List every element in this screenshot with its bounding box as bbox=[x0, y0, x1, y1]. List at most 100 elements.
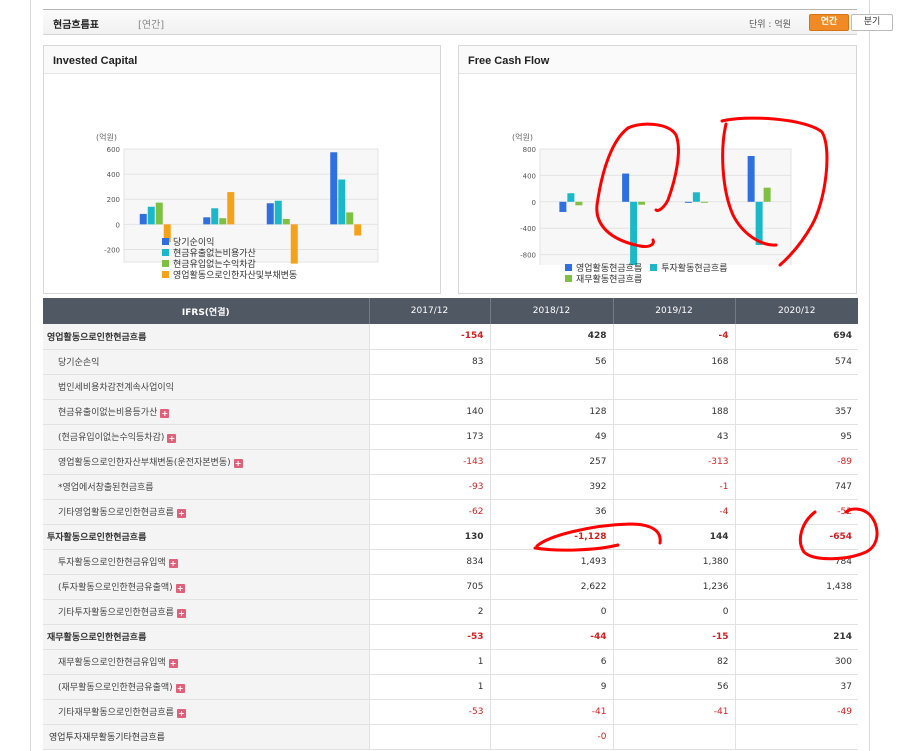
bar-2-0[interactable] bbox=[266, 203, 274, 225]
table-row[interactable]: (투자활동으로인한현금유출액) +705 2,622 1,236 1,438 bbox=[43, 574, 858, 600]
value-cell: 392 bbox=[489, 474, 613, 500]
expand-plus-icon[interactable]: + bbox=[167, 434, 177, 443]
bar-1-0[interactable] bbox=[203, 217, 211, 225]
value-cell: 9 bbox=[489, 674, 613, 700]
legend-swatch bbox=[650, 264, 658, 271]
bar-3-3[interactable] bbox=[354, 224, 362, 236]
table-row[interactable]: 기타재무활동으로인한현금흐름 + -53 -41 -41 -49 bbox=[43, 699, 858, 725]
bar-0-0[interactable] bbox=[559, 201, 567, 212]
bar-1-2[interactable] bbox=[638, 201, 646, 205]
expand-plus-icon[interactable]: + bbox=[175, 684, 185, 693]
table-row[interactable]: 투자활동으로인한현금유입액 +834 1,493 1,380 784 bbox=[43, 549, 858, 575]
unit-label: (억원) bbox=[96, 132, 117, 142]
bar-1-1[interactable] bbox=[630, 201, 638, 265]
legend-item[interactable]: 재무활동현금흐름 bbox=[565, 273, 642, 285]
bar-1-2[interactable] bbox=[219, 218, 227, 225]
row-label-text: (재무활동으로인한현금유출액) bbox=[58, 683, 173, 693]
row-label: 기타투자활동으로인한현금흐름 + bbox=[43, 599, 369, 625]
header-cell: IFRS(연결) bbox=[43, 298, 369, 324]
legend-swatch bbox=[162, 260, 169, 267]
legend-label: 영업활동으로인한자산및부채변동 bbox=[173, 271, 298, 281]
legend-item[interactable]: 영업활동으로인한자산및부채변동 bbox=[162, 269, 298, 281]
y-tick-label: 200 bbox=[107, 196, 120, 204]
value-cell: 214 bbox=[734, 624, 858, 650]
header-cell: 2019/12 bbox=[612, 298, 735, 324]
value-cell: -4 bbox=[612, 499, 735, 525]
expand-plus-icon[interactable]: + bbox=[176, 509, 186, 518]
section-title: 현금흐름표 bbox=[53, 20, 99, 31]
free-cash-flow-chart-panel: Free Cash Flow (억원)8004000-400-800-1,200… bbox=[458, 45, 857, 294]
table-row[interactable]: 재무활동으로인한현금유입액 +1 6 82 300 bbox=[43, 649, 858, 675]
table-row[interactable]: 영업활동으로인한자산부채변동(운전자본변동) + -143 257 -313 -89 bbox=[43, 449, 858, 475]
row-label-text: 기타재무활동으로인한현금흐름 bbox=[58, 708, 174, 718]
row-label-text: 당기순손익 bbox=[58, 358, 100, 368]
y-tick-label: 400 bbox=[523, 172, 536, 180]
table-row[interactable]: 현금유출이없는비용등가산 +140 128 188 357 bbox=[43, 399, 858, 425]
row-label-text: 기타영업활동으로인한현금흐름 bbox=[58, 508, 174, 518]
annual-tab-button[interactable]: 연간 bbox=[809, 14, 849, 31]
table-row[interactable]: 기타투자활동으로인한현금흐름 +2 0 0 bbox=[43, 599, 858, 625]
quarter-tab-button[interactable]: 분기 bbox=[851, 14, 893, 31]
bar-2-0[interactable] bbox=[684, 201, 692, 203]
bar-2-1[interactable] bbox=[274, 200, 282, 225]
value-cell: -53 bbox=[368, 624, 490, 650]
legend-swatch bbox=[162, 271, 169, 278]
bar-3-0[interactable] bbox=[747, 155, 755, 202]
bar-3-1[interactable] bbox=[755, 201, 763, 245]
bar-3-1[interactable] bbox=[338, 179, 346, 225]
bar-0-2[interactable] bbox=[575, 201, 583, 206]
invested-capital-chart-panel: Invested Capital (억원)6004002000-2002017/… bbox=[43, 45, 441, 294]
value-cell: -41 bbox=[612, 699, 735, 725]
table-row[interactable]: (재무활동으로인한현금유출액) +1 9 56 37 bbox=[43, 674, 858, 700]
row-label: 투자활동으로인한현금흐름 bbox=[43, 524, 369, 550]
bar-3-0[interactable] bbox=[330, 152, 338, 225]
y-tick-label: 800 bbox=[523, 146, 536, 154]
table-row[interactable]: (현금유입이없는수익등차감) +173 49 43 95 bbox=[43, 424, 858, 450]
row-label: 재무활동으로인한현금유입액 + bbox=[43, 649, 369, 675]
row-label: 법인세비용차감전계속사업이익 bbox=[43, 374, 369, 400]
value-cell bbox=[489, 374, 613, 400]
expand-plus-icon[interactable]: + bbox=[168, 659, 178, 668]
expand-plus-icon[interactable]: + bbox=[160, 409, 170, 418]
bar-3-2[interactable] bbox=[763, 187, 771, 202]
expand-plus-icon[interactable]: + bbox=[233, 459, 243, 468]
table-row: 투자활동으로인한현금흐름 130 -1,128 144 -654 bbox=[43, 524, 858, 550]
expand-plus-icon[interactable]: + bbox=[176, 609, 186, 618]
row-label-text: 투자활동으로인한현금유입액 bbox=[58, 558, 166, 568]
value-cell: 130 bbox=[368, 524, 490, 550]
expand-plus-icon[interactable]: + bbox=[175, 584, 185, 593]
value-cell: 1,380 bbox=[612, 549, 735, 575]
bar-1-1[interactable] bbox=[211, 208, 219, 225]
value-cell: 428 bbox=[489, 324, 613, 350]
bar-1-3[interactable] bbox=[227, 192, 235, 225]
row-label: *영업에서창출된현금흐름 bbox=[43, 474, 369, 500]
bar-3-2[interactable] bbox=[346, 212, 354, 225]
bar-0-1[interactable] bbox=[567, 193, 575, 202]
value-cell: -89 bbox=[734, 449, 858, 475]
bar-2-1[interactable] bbox=[692, 192, 700, 202]
bar-0-2[interactable] bbox=[155, 202, 163, 225]
legend-item[interactable]: 투자활동현금흐름 bbox=[650, 262, 728, 274]
bar-2-2[interactable] bbox=[700, 201, 708, 203]
y-tick-label: 400 bbox=[107, 171, 120, 179]
row-label-text: (투자활동으로인한현금유출액) bbox=[58, 583, 173, 593]
value-cell: 2 bbox=[368, 599, 490, 625]
value-cell bbox=[612, 374, 735, 400]
table-row[interactable]: 기타영업활동으로인한현금흐름 + -62 36 -4 -52 bbox=[43, 499, 858, 525]
bar-2-2[interactable] bbox=[282, 218, 290, 225]
value-cell: 1,438 bbox=[734, 574, 858, 600]
value-cell: -44 bbox=[489, 624, 613, 650]
unit-label: 단위 : 억원 bbox=[749, 20, 791, 30]
legend-swatch bbox=[162, 249, 169, 256]
bar-1-0[interactable] bbox=[622, 173, 630, 202]
expand-plus-icon[interactable]: + bbox=[168, 559, 178, 568]
value-cell: -1,128 bbox=[489, 524, 613, 550]
table-row: 당기순손익 83 56 168 574 bbox=[43, 349, 858, 375]
bar-0-0[interactable] bbox=[139, 213, 147, 225]
row-label: 영업활동으로인한현금흐름 bbox=[43, 324, 369, 350]
value-cell bbox=[734, 724, 858, 750]
bar-0-1[interactable] bbox=[147, 206, 155, 225]
section-subtitle: [연간] bbox=[138, 20, 165, 31]
value-cell bbox=[368, 724, 490, 750]
expand-plus-icon[interactable]: + bbox=[176, 709, 186, 718]
